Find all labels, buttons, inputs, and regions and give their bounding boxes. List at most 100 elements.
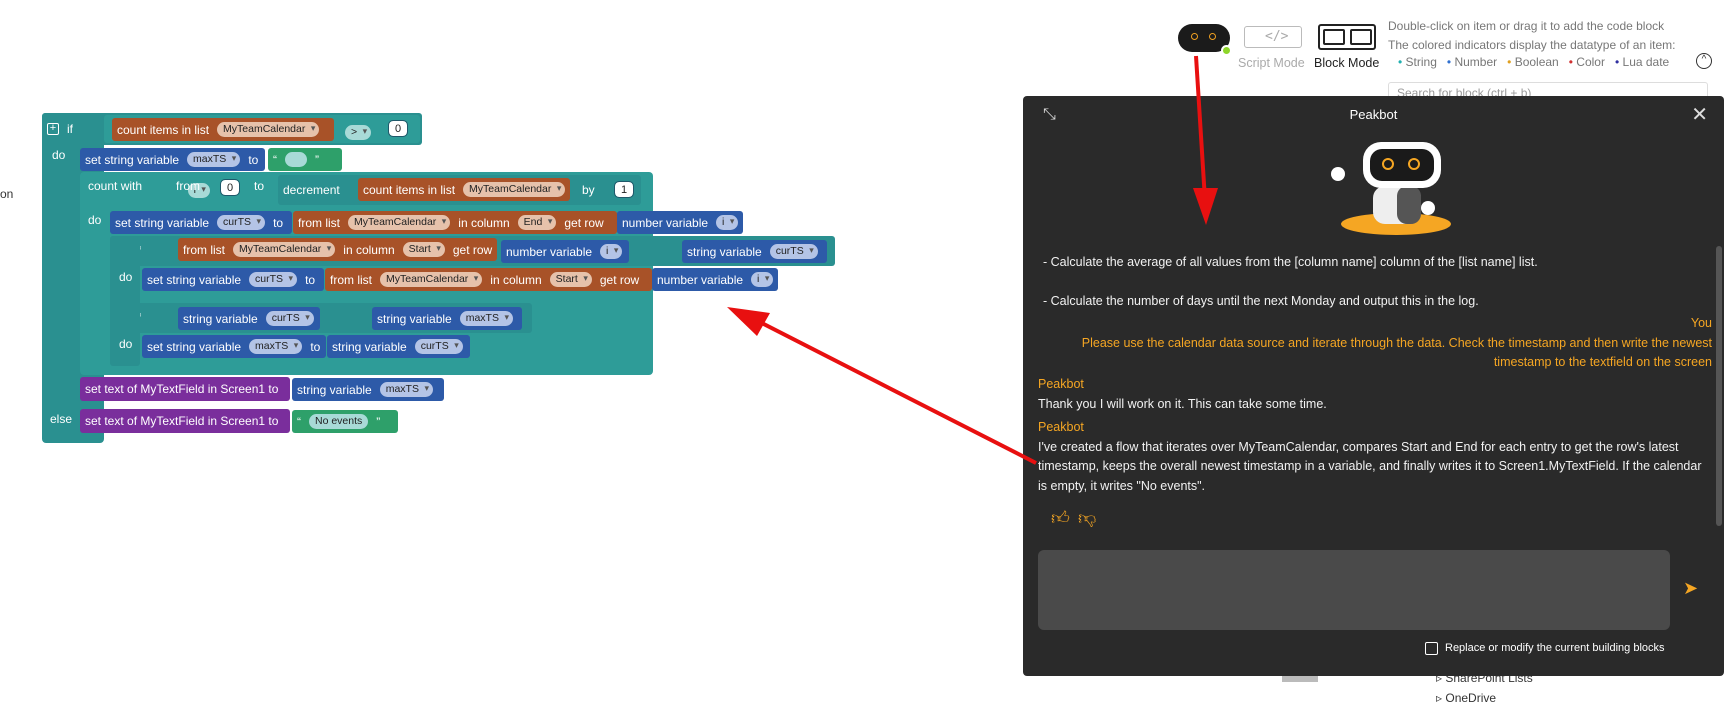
block-mode-label[interactable]: Block Mode [1314, 56, 1379, 70]
from-label: from [176, 179, 200, 193]
set-maxts-block[interactable]: set string variable maxTS to [142, 335, 326, 358]
user-message-line-1: Please use the calendar data source and … [1081, 336, 1712, 350]
bot-message-2-line-3: is empty, it writes "No events". [1038, 479, 1206, 493]
no-events-input[interactable]: No events [309, 414, 369, 429]
number-input[interactable]: 0 [387, 120, 409, 137]
robot-eye-icon [1209, 33, 1216, 40]
string-var-curts-block[interactable]: string variable curTS [178, 307, 320, 330]
text-input[interactable] [285, 152, 307, 167]
hint-text-2: The colored indicators display the datat… [1388, 38, 1676, 52]
set-curts-block-2[interactable]: set string variable curTS to [142, 268, 324, 291]
string-var-maxts-block[interactable]: string variable maxTS [372, 307, 522, 330]
legend-string: • String [1398, 55, 1437, 69]
peakbot-toggle-button[interactable] [1178, 24, 1232, 56]
bot-message-2-line-1: I've created a flow that iterates over M… [1038, 440, 1679, 454]
set-curts-block[interactable]: set string variable curTS to [110, 211, 292, 234]
block-mode-icon[interactable] [1318, 24, 1376, 50]
string-var-maxts-block-2[interactable]: string variable maxTS [292, 378, 444, 401]
set-text-else-block[interactable]: set text of MyTextField in Screen1 to [80, 409, 290, 433]
by-label: by [582, 183, 595, 197]
cut-off-label: on [0, 187, 14, 201]
chat-input[interactable] [1038, 550, 1670, 630]
mutator-plus-icon[interactable]: + [47, 123, 59, 135]
string-var-curts-block-2[interactable]: string variable curTS [327, 335, 470, 358]
no-events-text-block[interactable]: “ No events ” [292, 410, 398, 433]
thumbs-up-icon[interactable]: 👍︎ [1051, 507, 1070, 529]
inner-list-dropdown[interactable]: MyTeamCalendar [233, 242, 336, 257]
curts-var-dropdown-2[interactable]: curTS [414, 339, 463, 354]
sidebar-item-onedrive[interactable]: ▹ OneDrive [1436, 691, 1496, 702]
peakbot-chat-panel: ⤡ Peakbot ✕ - Calculate the average of a… [1023, 96, 1724, 676]
script-mode-label[interactable]: Script Mode [1238, 56, 1305, 70]
hint-text-1: Double-click on item or drag it to add t… [1388, 19, 1665, 33]
inner-num-var-dropdown[interactable]: i [600, 244, 623, 259]
online-status-dot [1221, 45, 1232, 56]
string-variable-block[interactable]: string variable curTS [682, 240, 827, 263]
close-icon[interactable]: ✕ [1691, 102, 1708, 127]
from-list-dropdown-2[interactable]: MyTeamCalendar [380, 272, 483, 287]
bot-message-2-line-2: timestamp, keeps the overall newest time… [1038, 459, 1702, 473]
arrow-line-left [751, 316, 1037, 465]
count-items-block-2[interactable]: count items in list MyTeamCalendar [358, 178, 570, 201]
by-number-input[interactable]: 1 [613, 181, 635, 198]
collapse-chevron-icon[interactable]: ^ [1696, 53, 1712, 69]
legend-boolean: • Boolean [1507, 55, 1559, 69]
legend-number: • Number [1446, 55, 1498, 69]
peakbot-mascot-icon [1318, 136, 1478, 236]
from-number-input[interactable]: 0 [219, 179, 241, 196]
chat-scrollbar[interactable] [1716, 246, 1722, 526]
column-dropdown-start[interactable]: Start [402, 242, 445, 257]
number-variable-block[interactable]: number variable i [617, 211, 743, 234]
if-label: if [67, 122, 73, 136]
bot-label-1: Peakbot [1038, 377, 1084, 391]
inner-number-variable-block[interactable]: number variable i [501, 240, 629, 263]
third-do-label: do [119, 337, 133, 351]
chat-message-average: - Calculate the average of all values fr… [1043, 255, 1538, 269]
set-string-variable-block[interactable]: set string variable maxTS to [80, 148, 265, 171]
curts-var-dropdown[interactable]: curTS [265, 311, 314, 326]
bot-message-1: Thank you I will work on it. This can ta… [1038, 397, 1327, 411]
set-text-block[interactable]: set text of MyTextField in Screen1 to [80, 377, 290, 401]
inner-do-label: do [119, 270, 133, 284]
list-dropdown-2[interactable]: MyTeamCalendar [463, 182, 566, 197]
else-label: else [50, 412, 73, 426]
legend-color: • Color [1568, 55, 1605, 69]
list-dropdown[interactable]: MyTeamCalendar [217, 122, 320, 137]
user-label: You [1690, 316, 1712, 330]
arrowhead-left [727, 307, 770, 336]
count-items-block[interactable]: count items in list MyTeamCalendar [112, 118, 334, 141]
user-message-line-2: timestamp to the textfield on the screen [1493, 355, 1712, 369]
legend-lua-date: • Lua date [1614, 55, 1670, 69]
replace-checkbox[interactable] [1425, 642, 1438, 655]
variable-dropdown[interactable]: maxTS [187, 152, 241, 167]
blockly-workspace[interactable]: + if do else count items in list MyTeamC… [0, 0, 1724, 443]
operator-dropdown[interactable]: > [345, 125, 372, 140]
count-with-label: count with [88, 179, 143, 193]
bot-label-2: Peakbot [1038, 420, 1084, 434]
replace-checkbox-label: Replace or modify the current building b… [1445, 642, 1665, 654]
from-list-dropdown[interactable]: MyTeamCalendar [348, 215, 451, 230]
column-dropdown-end[interactable]: End [517, 215, 557, 230]
string-var-dropdown[interactable]: curTS [769, 244, 818, 259]
number-var-dropdown[interactable]: i [716, 215, 739, 230]
thumbs-down-icon[interactable]: 👎︎ [1078, 507, 1096, 529]
curts-dropdown[interactable]: curTS [217, 215, 266, 230]
column-dropdown-start-2[interactable]: Start [549, 272, 592, 287]
script-mode-icon[interactable]: </> [1244, 26, 1302, 48]
number-var-dropdown-2[interactable]: i [751, 272, 774, 287]
do-label: do [52, 148, 66, 162]
inner-from-list-block[interactable]: from list MyTeamCalendar in column Start… [178, 238, 497, 261]
number-variable-block-2[interactable]: number variable i [652, 268, 778, 291]
chat-title: Peakbot [1349, 107, 1398, 122]
maxts-dropdown[interactable]: maxTS [249, 339, 303, 354]
datatype-legend: • String • Number • Boolean • Color • Lu… [1398, 55, 1669, 69]
from-list-block-2[interactable]: from list MyTeamCalendar in column Start… [325, 268, 652, 291]
text-literal-block[interactable]: “ ” [268, 148, 342, 171]
send-icon[interactable]: ➤ [1683, 578, 1698, 599]
curts-dropdown-2[interactable]: curTS [249, 272, 298, 287]
maxts-var-dropdown-2[interactable]: maxTS [379, 382, 433, 397]
maxts-var-dropdown[interactable]: maxTS [459, 311, 513, 326]
to-label: to [254, 179, 265, 193]
from-list-block[interactable]: from list MyTeamCalendar in column End g… [293, 211, 617, 234]
third-if-spine [110, 303, 140, 365]
